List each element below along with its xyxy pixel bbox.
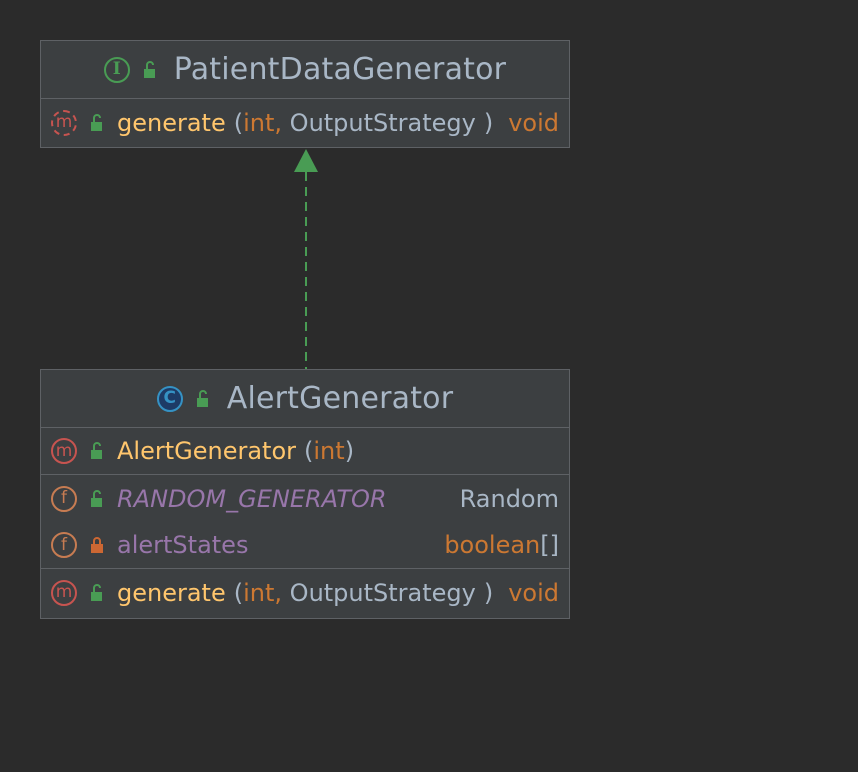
field-icon: f	[51, 532, 77, 558]
field-row[interactable]: f alertStates boolean []	[41, 522, 569, 569]
constructor-name: AlertGenerator	[117, 437, 297, 465]
public-visibility-icon	[196, 389, 208, 407]
class-icon: C	[156, 385, 183, 412]
field-name: alertStates	[117, 531, 249, 559]
return-type: void	[508, 578, 559, 607]
param-type: int	[243, 578, 275, 607]
field-name: RANDOM_GENERATOR	[117, 484, 387, 513]
interface-icon: I	[103, 56, 130, 83]
method-row[interactable]: m generate ( int , OutputStrategy ) void	[41, 569, 569, 616]
method-icon: m	[51, 438, 77, 464]
field-icon: f	[51, 485, 77, 512]
param-type: OutputStrategy	[289, 108, 476, 137]
field-row[interactable]: f RANDOM_GENERATOR Random	[41, 475, 569, 522]
constructor-row[interactable]: m AlertGenerator ( int )	[41, 428, 569, 475]
array-suffix: []	[540, 531, 559, 559]
param-type: int	[243, 108, 275, 137]
param-type: int	[313, 437, 345, 465]
method-icon: m	[51, 579, 77, 606]
realization-arrowhead	[294, 149, 318, 172]
field-type: Random	[459, 484, 559, 513]
private-visibility-icon	[91, 537, 103, 553]
method-name: generate	[117, 108, 226, 137]
class-name: AlertGenerator	[226, 381, 454, 416]
param-type: OutputStrategy	[289, 578, 476, 607]
return-type: void	[508, 108, 559, 137]
interface-method-row[interactable]: m generate ( int , OutputStrategy ) void	[41, 99, 569, 146]
public-visibility-icon	[91, 113, 102, 131]
public-visibility-icon	[91, 442, 102, 459]
class-header: C AlertGenerator	[41, 370, 569, 428]
interface-box[interactable]: I PatientDataGenerator m generate ( int …	[40, 40, 570, 148]
public-visibility-icon	[143, 60, 155, 78]
interface-name: PatientDataGenerator	[173, 52, 507, 87]
class-box[interactable]: C AlertGenerator m AlertGenerator ( int …	[40, 369, 570, 619]
interface-header: I PatientDataGenerator	[41, 41, 569, 99]
field-type: boolean	[444, 531, 541, 559]
abstract-method-icon: m	[51, 109, 77, 136]
method-name: generate	[117, 578, 226, 607]
public-visibility-icon	[91, 583, 102, 601]
public-visibility-icon	[91, 489, 102, 507]
